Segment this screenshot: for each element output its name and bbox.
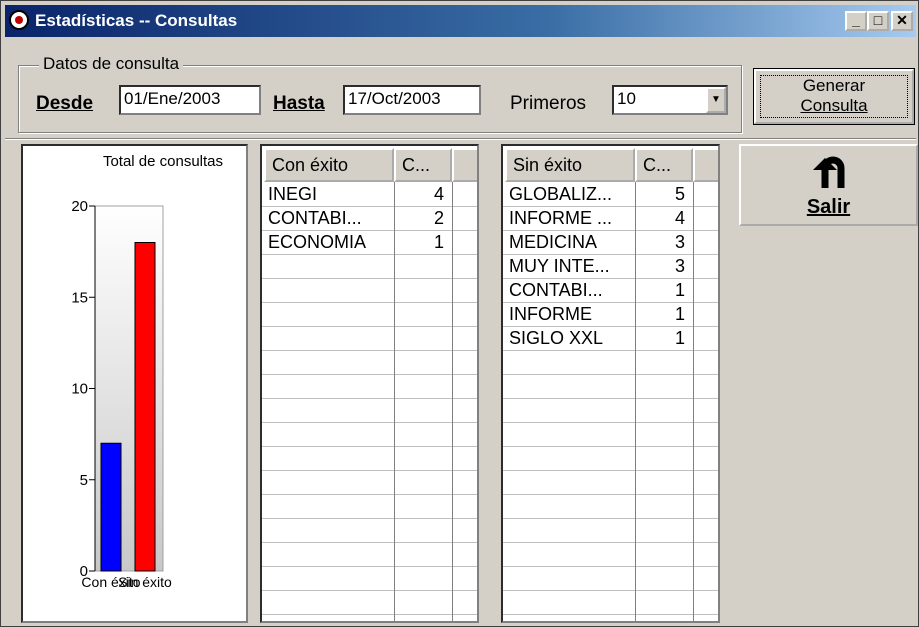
row-gridline: [262, 614, 477, 615]
exit-button[interactable]: Salir: [739, 144, 918, 226]
success-table[interactable]: Con éxito C... INEGI 4 CONTABI... 2 ECONOMIA…: [260, 144, 479, 623]
row-gridline: [262, 542, 477, 543]
separator: [5, 138, 916, 140]
success-col-count-header[interactable]: C...: [394, 148, 452, 182]
table-cell-name[interactable]: INEGI: [268, 182, 392, 206]
u-turn-arrow-icon: [813, 156, 845, 188]
hasta-label: Hasta: [273, 93, 325, 115]
generate-query-label: Generar Consulta: [760, 75, 908, 118]
generate-query-button[interactable]: Generar Consulta: [753, 68, 915, 125]
row-gridline: [503, 446, 718, 447]
row-gridline: [503, 542, 718, 543]
chart-y-tick-label: 15: [71, 289, 88, 306]
row-gridline: [503, 398, 718, 399]
maximize-button[interactable]: □: [867, 11, 889, 31]
row-gridline: [262, 374, 477, 375]
chart-y-tick-label: 10: [71, 381, 88, 398]
table-cell-name[interactable]: CONTABI...: [268, 206, 392, 230]
window-title: Estadísticas -- Consultas: [35, 11, 238, 30]
table-cell-count[interactable]: 5: [635, 182, 693, 206]
hasta-field[interactable]: 17/Oct/2003: [343, 85, 481, 115]
table-cell-name[interactable]: ECONOMIA: [268, 230, 392, 254]
row-gridline: [262, 254, 477, 255]
table-cell-count[interactable]: 4: [635, 206, 693, 230]
table-cell-name[interactable]: GLOBALIZ...: [509, 182, 633, 206]
fail-col-name-header[interactable]: Sin éxito: [505, 148, 635, 182]
close-button[interactable]: ✕: [891, 11, 913, 31]
row-gridline: [262, 590, 477, 591]
table-cell-name[interactable]: CONTABI...: [509, 278, 633, 302]
table-cell-name[interactable]: INFORME: [509, 302, 633, 326]
fail-col-empty-header[interactable]: [693, 148, 718, 182]
chevron-down-icon[interactable]: ▼: [706, 87, 726, 113]
table-cell-name[interactable]: SIGLO XXL: [509, 326, 633, 350]
table-cell-count[interactable]: 2: [394, 206, 452, 230]
row-gridline: [503, 374, 718, 375]
app-icon[interactable]: [9, 10, 29, 30]
table-cell-count[interactable]: 3: [635, 230, 693, 254]
chart-y-tick-label: 20: [71, 198, 88, 215]
primeros-select[interactable]: 10 ▼: [612, 85, 728, 115]
chart-y-tick-label: 5: [80, 472, 88, 489]
generate-line-1: Generar: [802, 76, 866, 95]
primeros-label: Primeros: [510, 93, 586, 115]
success-col-empty-header[interactable]: [452, 148, 477, 182]
table-cell-count[interactable]: 4: [394, 182, 452, 206]
table-cell-count[interactable]: 1: [635, 326, 693, 350]
generate-line-2: Consulta: [800, 96, 868, 115]
row-gridline: [503, 566, 718, 567]
table-cell-count[interactable]: 1: [394, 230, 452, 254]
primeros-label-text: Primeros: [510, 93, 587, 114]
row-gridline: [503, 614, 718, 615]
row-gridline: [503, 422, 718, 423]
table-cell-name[interactable]: MUY INTE...: [509, 254, 633, 278]
row-gridline: [262, 278, 477, 279]
row-gridline: [503, 470, 718, 471]
exit-label-text: Salir: [806, 196, 851, 218]
row-gridline: [503, 518, 718, 519]
primeros-value: 10: [617, 89, 636, 108]
row-gridline: [503, 350, 718, 351]
desde-label-text: Desde: [36, 93, 94, 114]
title-bar[interactable]: Estadísticas -- Consultas _ □ ✕: [5, 5, 916, 37]
row-gridline: [262, 326, 477, 327]
table-cell-count[interactable]: 1: [635, 278, 693, 302]
query-group-label: Datos de consulta: [39, 54, 184, 74]
chart-title: Total de consultas: [103, 153, 223, 170]
success-col-divider: [452, 182, 453, 621]
statistics-window: Estadísticas -- Consultas _ □ ✕ Datos de…: [0, 0, 919, 627]
minimize-button[interactable]: _: [845, 11, 867, 31]
chart-panel: Total de consultas 0 5 10 15 20 Con éxito Sin é…: [21, 144, 248, 623]
bar-chart: Total de consultas05101520Con éxitoSin é…: [71, 153, 223, 590]
row-gridline: [262, 518, 477, 519]
chart-bar: [100, 442, 122, 572]
table-cell-count[interactable]: 3: [635, 254, 693, 278]
chart-x-tick-label: Sin éxito: [118, 574, 172, 590]
fail-table[interactable]: Sin éxito C... GLOBALIZ... 5 INFORME ... 4 M…: [501, 144, 720, 623]
row-gridline: [262, 494, 477, 495]
exit-label: Salir: [741, 196, 916, 219]
hasta-label-text: Hasta: [273, 93, 325, 114]
row-gridline: [262, 470, 477, 471]
table-cell-name[interactable]: INFORME ...: [509, 206, 633, 230]
chart-bar: [134, 242, 156, 572]
success-col-name-header[interactable]: Con éxito: [264, 148, 394, 182]
desde-label: Desde: [36, 93, 93, 115]
table-cell-count[interactable]: 1: [635, 302, 693, 326]
row-gridline: [503, 494, 718, 495]
table-cell-name[interactable]: MEDICINA: [509, 230, 633, 254]
desde-field[interactable]: 01/Ene/2003: [119, 85, 261, 115]
fail-col-divider: [693, 182, 694, 621]
row-gridline: [262, 422, 477, 423]
row-gridline: [262, 398, 477, 399]
row-gridline: [262, 446, 477, 447]
row-gridline: [503, 590, 718, 591]
fail-col-count-header[interactable]: C...: [635, 148, 693, 182]
row-gridline: [262, 302, 477, 303]
row-gridline: [262, 566, 477, 567]
row-gridline: [262, 350, 477, 351]
